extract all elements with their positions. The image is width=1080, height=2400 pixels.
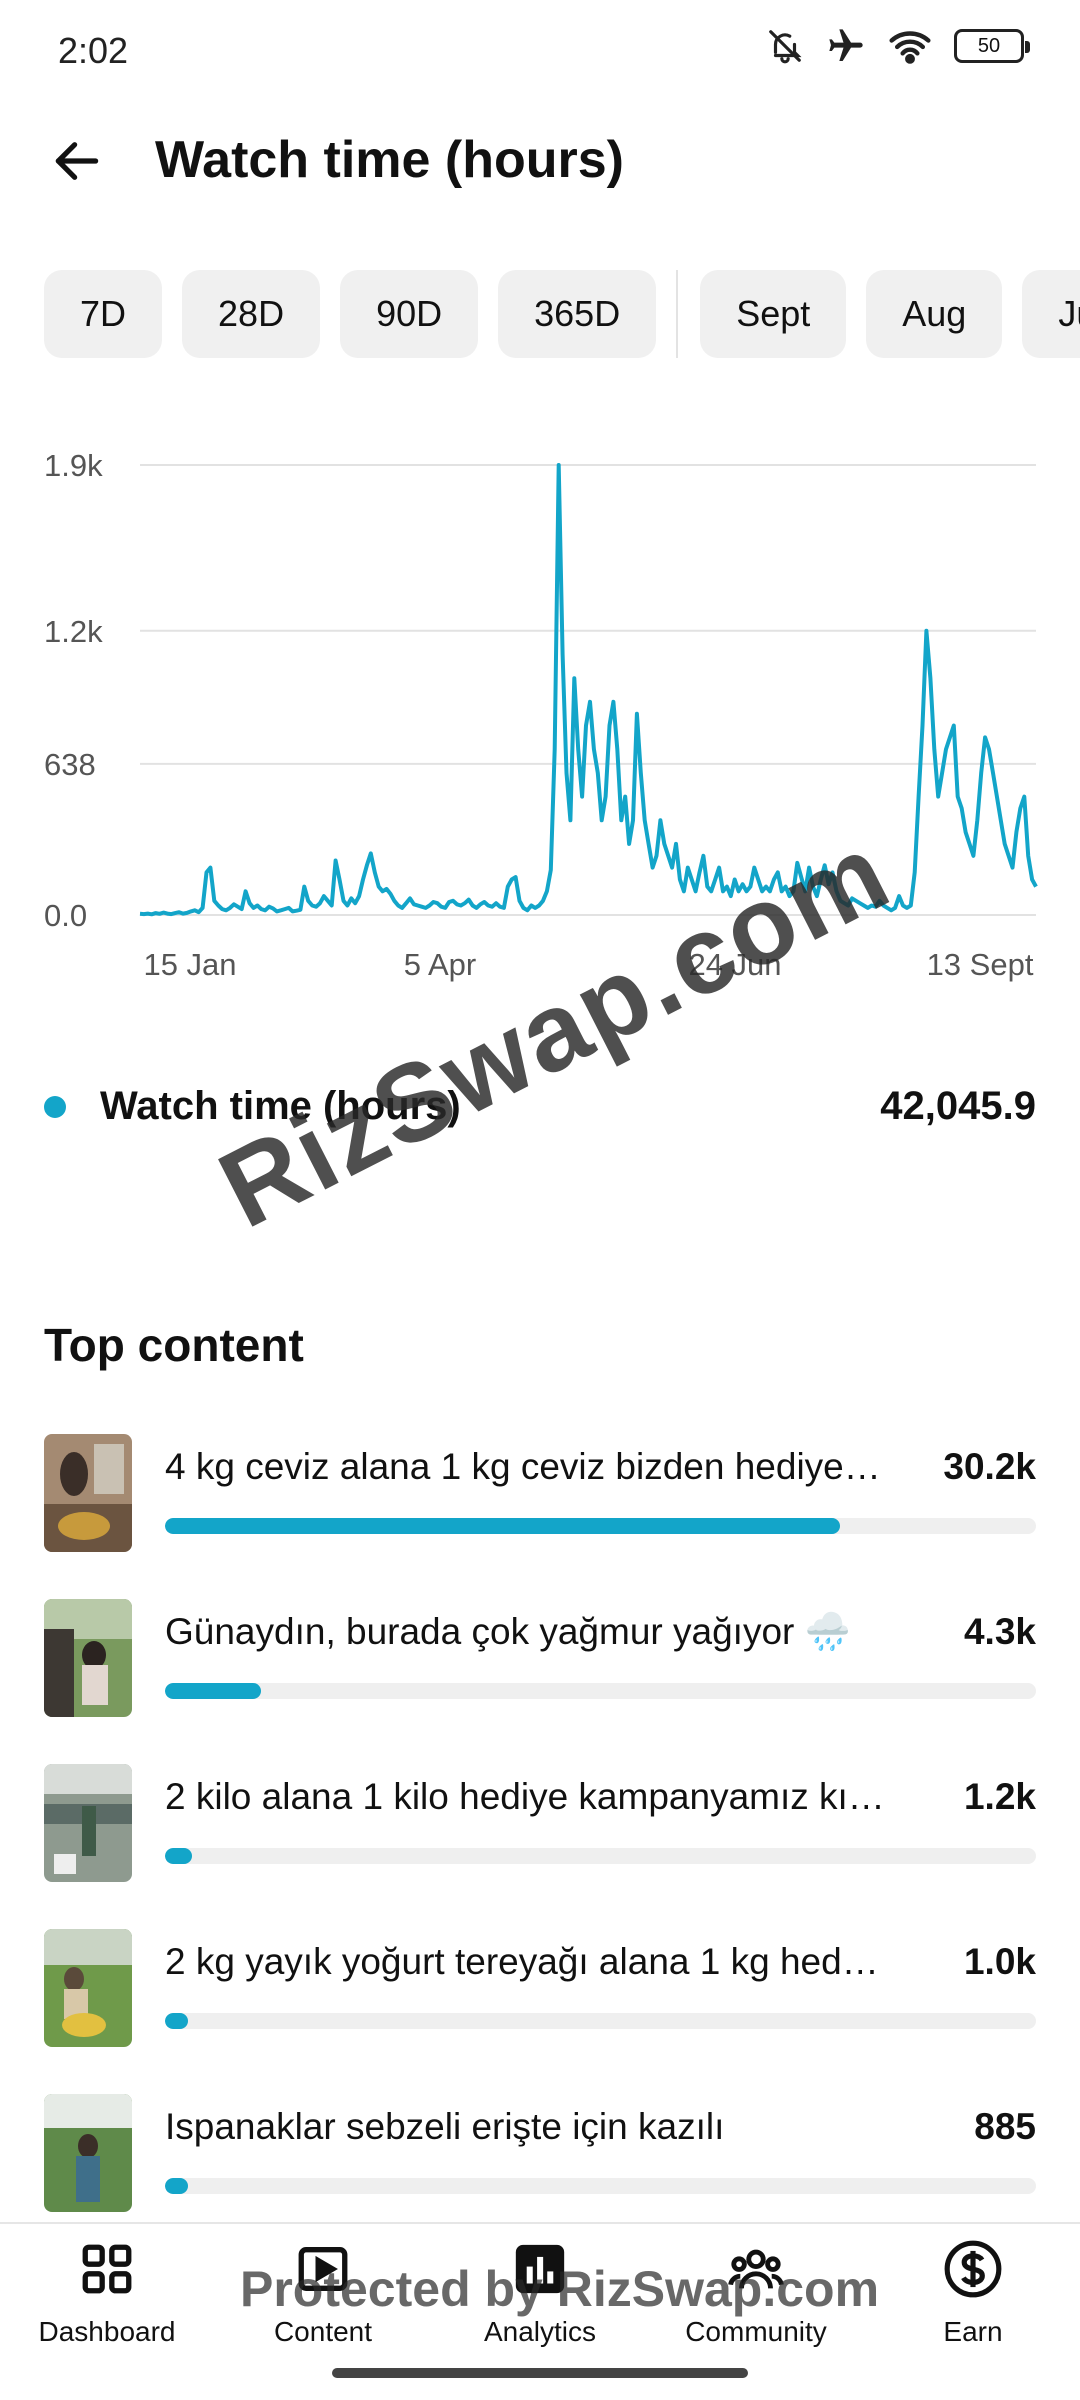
top-content-list: 4 kg ceviz alana 1 kg ceviz bizden hediy…	[44, 1430, 1036, 2255]
content-title: Ispanaklar sebzeli erişte için kazılı	[165, 2106, 725, 2147]
content-value: 30.2k	[943, 1446, 1036, 1487]
arrow-left-icon	[55, 142, 99, 180]
status-bar: 2:02 50	[0, 0, 1080, 100]
top-content-title: Top content	[44, 1319, 304, 1371]
status-time: 2:02	[58, 30, 129, 71]
battery-level: 50	[977, 34, 1001, 57]
list-item[interactable]: 4 kg ceviz alana 1 kg ceviz bizden hediy…	[44, 1430, 1036, 1595]
grid-icon	[74, 2236, 140, 2302]
x-tick-label: 13 Sept	[927, 947, 1034, 982]
video-thumbnail	[44, 1599, 132, 1717]
chip-sept[interactable]: Sept	[700, 270, 847, 358]
chart-legend: Watch time (hours) 42,045.9	[44, 1080, 1036, 1140]
video-thumbnail	[44, 1929, 132, 2047]
progress-fill	[165, 2178, 188, 2194]
content-title: 2 kg yayık yoğurt tereyağı alana 1 kg he…	[165, 1941, 885, 1982]
x-tick-label: 24 Jun	[688, 947, 781, 982]
video-thumbnail	[44, 1764, 132, 1882]
play-icon	[290, 2236, 356, 2302]
chip-90d[interactable]: 90D	[340, 270, 479, 358]
progress-fill	[165, 1518, 841, 1534]
nav-label: Content	[273, 2316, 373, 2347]
progress-track	[165, 1683, 1036, 1699]
date-range-chips: 7D28D90D365D SeptAug Jul	[44, 270, 1080, 358]
content-title: 2 kilo alana 1 kilo hediye kampanyamız k…	[165, 1776, 885, 1817]
content-title: Günaydın, burada çok yağmur yağıyor 🌧️	[165, 1611, 851, 1652]
x-tick-label: 15 Jan	[143, 947, 236, 982]
video-thumbnail	[44, 2094, 132, 2212]
progress-fill	[165, 2013, 188, 2029]
home-indicator[interactable]	[332, 2368, 748, 2378]
content-value: 4.3k	[963, 1611, 1036, 1652]
dollar-icon	[940, 2236, 1006, 2302]
bell-off-icon	[766, 27, 804, 65]
y-tick-label: 0.0	[44, 898, 87, 933]
people-icon	[723, 2236, 789, 2302]
nav-content[interactable]: Content	[223, 2236, 423, 2366]
airplane-icon	[826, 26, 866, 66]
legend-label: Watch time (hours)	[100, 1084, 461, 1128]
chip-7d[interactable]: 7D	[44, 270, 163, 358]
bar-chart-icon	[507, 2236, 573, 2302]
chip-28d[interactable]: 28D	[182, 270, 321, 358]
content-value: 1.0k	[963, 1941, 1036, 1982]
nav-label: Dashboard	[38, 2316, 176, 2347]
video-thumbnail	[44, 1434, 132, 1552]
wifi-icon	[888, 27, 932, 65]
progress-track	[165, 1848, 1036, 1864]
nav-earn[interactable]: Earn	[873, 2236, 1073, 2366]
series-line	[139, 463, 1038, 917]
x-tick-label: 5 Apr	[404, 947, 476, 982]
chip-jul[interactable]: Jul	[1022, 270, 1080, 358]
legend-total-value: 42,045.9	[880, 1084, 1036, 1128]
chip-aug[interactable]: Aug	[866, 270, 1003, 358]
progress-track	[165, 1518, 1036, 1534]
progress-fill	[165, 1848, 192, 1864]
page-title: Watch time (hours)	[155, 131, 624, 189]
nav-label: Earn	[943, 2316, 1003, 2347]
content-value: 885	[974, 2106, 1036, 2147]
content-title: 4 kg ceviz alana 1 kg ceviz bizden hediy…	[165, 1446, 881, 1487]
chip-divider	[676, 270, 679, 358]
nav-label: Community	[685, 2316, 827, 2347]
nav-dashboard[interactable]: Dashboard	[7, 2236, 207, 2366]
header: Watch time (hours)	[0, 120, 1080, 220]
list-item[interactable]: Günaydın, burada çok yağmur yağıyor 🌧️ 4…	[44, 1595, 1036, 1760]
progress-fill	[165, 1683, 261, 1699]
nav-label: Analytics	[483, 2316, 597, 2347]
y-tick-label: 1.9k	[44, 448, 103, 483]
back-button[interactable]	[44, 128, 110, 194]
list-item[interactable]: 2 kilo alana 1 kilo hediye kampanyamız k…	[44, 1760, 1036, 1925]
legend-dot	[44, 1096, 66, 1118]
progress-track	[165, 2013, 1036, 2029]
chip-365d[interactable]: 365D	[498, 270, 657, 358]
watch-time-chart[interactable]: 0.0 638 1.2k 1.9k 15 Jan 5 Apr 24 Jun 13 Sept	[0, 430, 1080, 990]
y-tick-label: 1.2k	[44, 614, 103, 649]
list-item[interactable]: 2 kg yayık yoğurt tereyağı alana 1 kg he…	[44, 1925, 1036, 2090]
battery-icon: 50	[954, 29, 1030, 63]
content-value: 1.2k	[963, 1776, 1036, 1817]
status-icons: 50	[766, 26, 1030, 66]
nav-analytics[interactable]: Analytics	[440, 2236, 640, 2366]
nav-community[interactable]: Community	[656, 2236, 856, 2366]
progress-track	[165, 2178, 1036, 2194]
y-tick-label: 638	[44, 747, 96, 782]
